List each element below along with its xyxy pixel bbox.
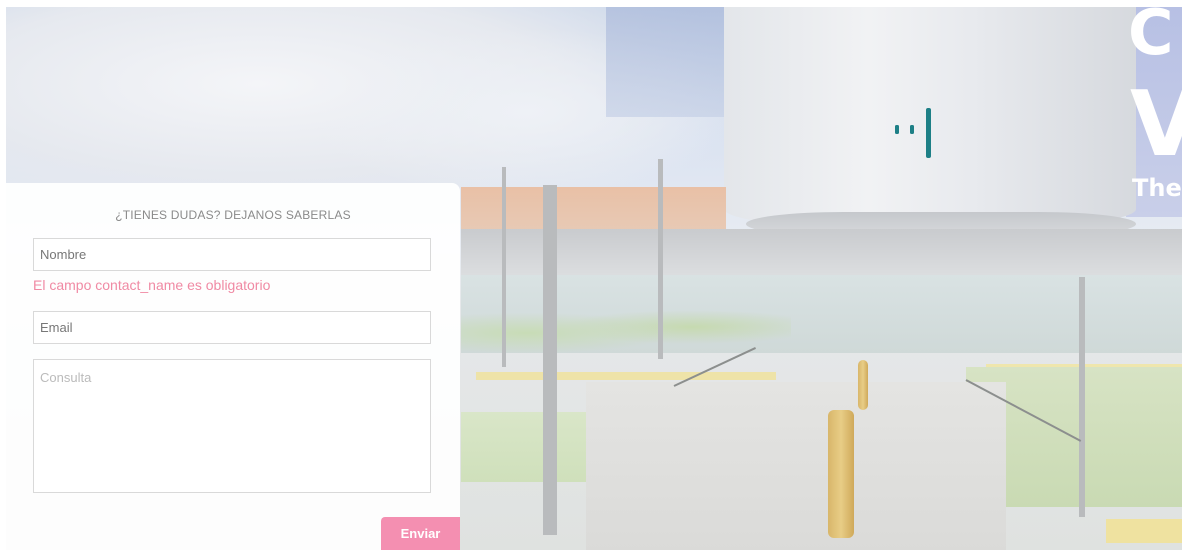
sky-patch (606, 7, 736, 117)
name-error-message: El campo contact_name es obligatorio (33, 277, 271, 293)
name-field[interactable] (33, 238, 431, 271)
lamp-post (502, 167, 506, 367)
lamp-post (658, 159, 663, 359)
submit-button[interactable]: Enviar (381, 517, 460, 550)
sign-post (1079, 277, 1085, 517)
trees (461, 297, 791, 357)
hero-subtitle: The (1132, 174, 1182, 202)
form-heading: ¿TIENES DUDAS? DEJANOS SABERLAS (115, 208, 351, 222)
landing-page: C V The ¿TIENES DUDAS? DEJANOS SABERLAS … (0, 0, 1182, 550)
signal-bars-logo-icon (895, 108, 931, 158)
email-field[interactable] (33, 311, 431, 344)
hero-title-line-2: V (1130, 72, 1182, 177)
bollard (858, 360, 868, 410)
walkway (586, 382, 1006, 550)
bollard (828, 410, 854, 538)
query-textarea[interactable] (33, 359, 431, 493)
contact-form: ¿TIENES DUDAS? DEJANOS SABERLAS El campo… (6, 183, 460, 550)
yellow-curb (476, 372, 776, 380)
hero-title-line-1: C (1128, 0, 1174, 69)
lamp-post (543, 185, 557, 535)
yellow-curb (1106, 519, 1182, 543)
canopy-roof (461, 229, 1182, 277)
